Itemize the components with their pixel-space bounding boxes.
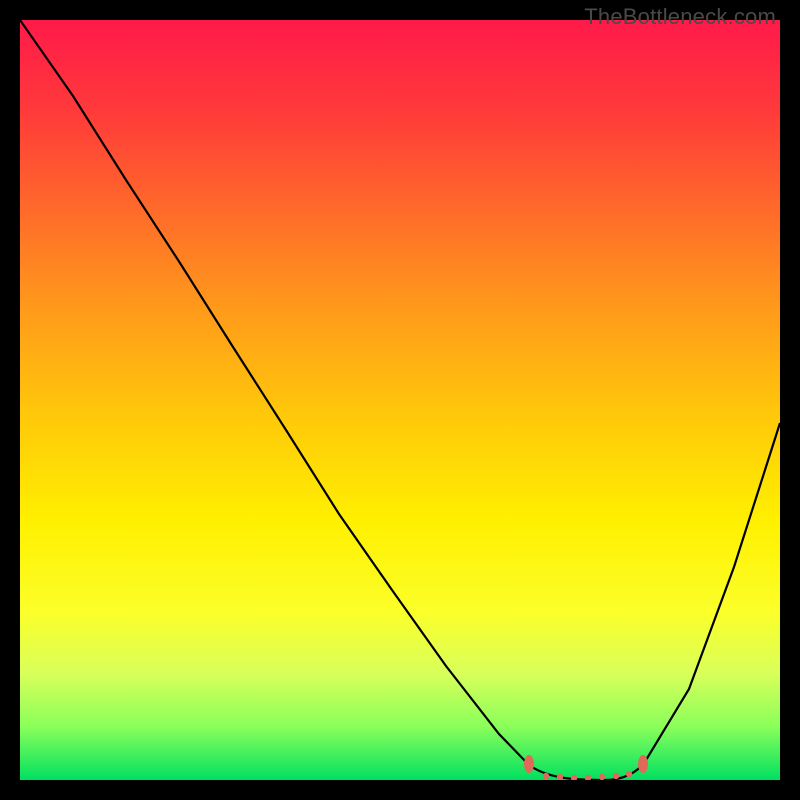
optimal-marker-right xyxy=(638,755,648,773)
curve-path xyxy=(20,20,780,780)
watermark-text: TheBottleneck.com xyxy=(584,4,776,30)
chart-frame: TheBottleneck.com xyxy=(0,0,800,800)
bottleneck-curve xyxy=(20,20,780,780)
optimal-marker-left xyxy=(524,755,534,773)
